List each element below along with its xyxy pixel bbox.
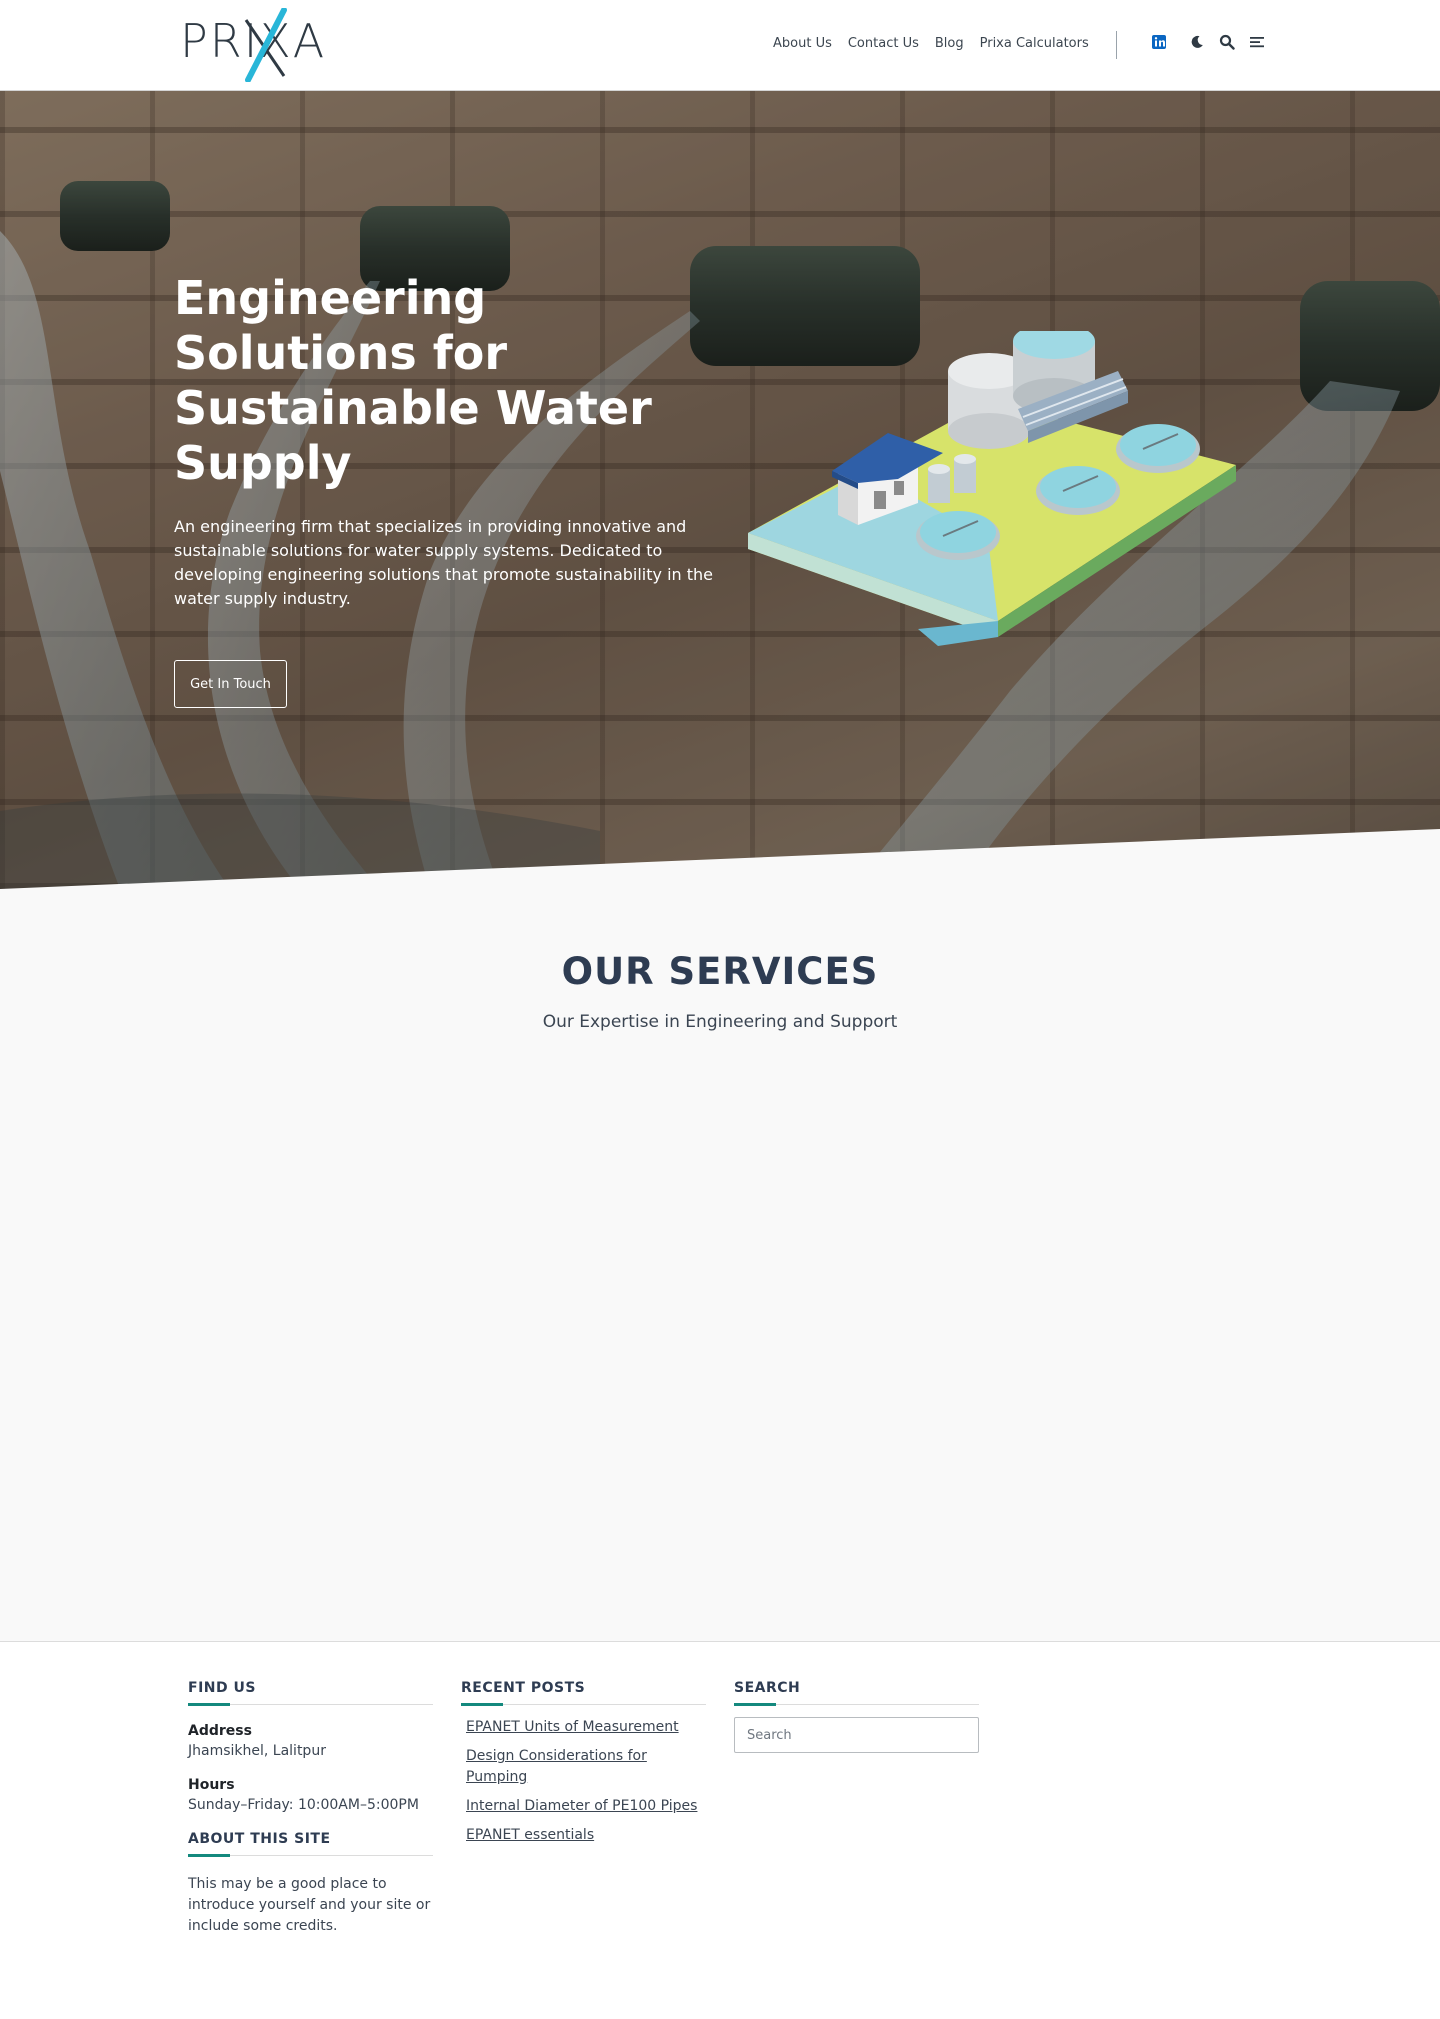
- footer-recent-posts-column: RECENT POSTS EPANET Units of Measurement…: [461, 1680, 706, 1854]
- linkedin-icon[interactable]: [1151, 34, 1167, 50]
- hours-label: Hours: [188, 1777, 235, 1793]
- get-in-touch-button[interactable]: Get In Touch: [174, 660, 287, 708]
- address-label: Address: [188, 1723, 252, 1739]
- post-link-epanet-units[interactable]: EPANET Units of Measurement: [466, 1719, 679, 1735]
- search-heading: SEARCH: [734, 1680, 979, 1706]
- list-item: Design Considerations for Pumping: [466, 1746, 706, 1788]
- search-input[interactable]: [734, 1717, 979, 1753]
- find-us-heading: FIND US: [188, 1680, 433, 1706]
- site-footer: FIND US Address Jhamsikhel, Lalitpur Hou…: [0, 1641, 1440, 2019]
- prixa-logo[interactable]: PRIXA: [180, 8, 324, 82]
- hero-title: Engineering Solutions for Sustainable Wa…: [174, 271, 652, 490]
- water-treatment-plant-illustration: [748, 331, 1236, 646]
- post-link-design-pumping[interactable]: Design Considerations for Pumping: [466, 1748, 647, 1785]
- hero-description: An engineering firm that specializes in …: [174, 517, 713, 608]
- hours-value: Sunday–Friday: 10:00AM–5:00PM: [188, 1797, 419, 1813]
- menu-icon[interactable]: [1249, 34, 1265, 50]
- recent-posts-list: EPANET Units of Measurement Design Consi…: [461, 1717, 706, 1846]
- services-subtitle: Our Expertise in Engineering and Support: [542, 1012, 898, 1032]
- post-link-epanet-essentials[interactable]: EPANET essentials: [466, 1827, 594, 1843]
- nav-contact-us[interactable]: Contact Us: [848, 36, 919, 51]
- post-link-pe100-pipes[interactable]: Internal Diameter of PE100 Pipes: [466, 1798, 697, 1814]
- nav-blog[interactable]: Blog: [935, 36, 964, 51]
- address-value: Jhamsikhel, Lalitpur: [188, 1743, 326, 1759]
- about-site-heading: ABOUT THIS SITE: [188, 1831, 433, 1857]
- list-item: EPANET essentials: [466, 1825, 706, 1846]
- moon-icon[interactable]: [1189, 34, 1205, 50]
- hero-slant-divider: [0, 829, 1440, 889]
- main-nav: About Us Contact Us Blog Prixa Calculato…: [773, 36, 1089, 51]
- nav-about-us[interactable]: About Us: [773, 36, 832, 51]
- list-item: EPANET Units of Measurement: [466, 1717, 706, 1738]
- recent-posts-heading: RECENT POSTS: [461, 1680, 706, 1706]
- nav-divider: [1116, 31, 1117, 59]
- site-header: PRIXA About Us Contact Us Blog Prixa Cal…: [0, 0, 1440, 91]
- footer-find-us-column: FIND US Address Jhamsikhel, Lalitpur Hou…: [188, 1680, 433, 1937]
- footer-search-column: SEARCH: [734, 1680, 979, 1753]
- logo-x-mark: [244, 8, 287, 82]
- search-icon[interactable]: [1219, 34, 1235, 50]
- services-title: OUR SERVICES: [561, 950, 879, 993]
- nav-prixa-calculators[interactable]: Prixa Calculators: [980, 36, 1089, 51]
- list-item: Internal Diameter of PE100 Pipes: [466, 1796, 706, 1817]
- hero-section: Engineering Solutions for Sustainable Wa…: [0, 91, 1440, 889]
- about-site-text: This may be a good place to introduce yo…: [188, 1876, 431, 1934]
